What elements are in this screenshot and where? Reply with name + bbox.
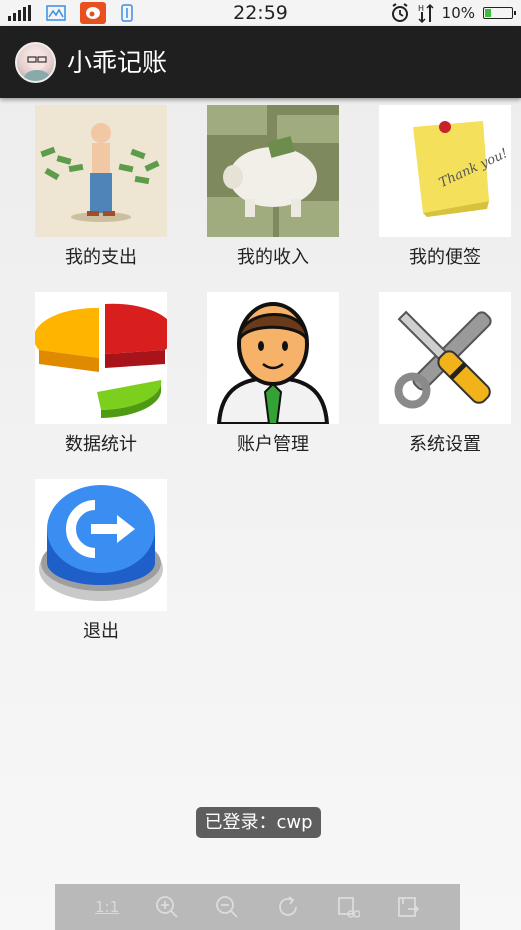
status-right-icons: H 10% [390, 2, 516, 24]
grid-item-label: 系统设置 [409, 434, 481, 455]
battery-percent: 10% [441, 4, 475, 22]
save-button[interactable] [394, 893, 422, 921]
account-icon [207, 292, 339, 424]
grid-item-account[interactable]: 账户管理 [193, 292, 353, 457]
login-toast: 已登录：cwp [196, 807, 321, 838]
data-arrows-icon: H [418, 3, 434, 23]
income-icon [207, 105, 339, 237]
zoom-in-button[interactable] [153, 893, 181, 921]
crop-button[interactable] [334, 893, 362, 921]
grid-item-exit[interactable]: 退出 [21, 479, 181, 644]
exit-icon [35, 479, 167, 611]
grid-item-statistics[interactable]: 数据统计 [21, 292, 181, 457]
settings-icon [379, 292, 511, 424]
grid-item-income[interactable]: 我的收入 [193, 105, 353, 270]
notes-icon: Thank you! [379, 105, 511, 237]
grid-item-expense[interactable]: 我的支出 [21, 105, 181, 270]
grid-item-notes[interactable]: Thank you! 我的便签 [365, 105, 521, 270]
zoom-toolbar: 1:1 [55, 884, 460, 930]
save-icon [397, 897, 420, 917]
app-bar: 小乖记账 [0, 26, 521, 98]
grid-item-settings[interactable]: 系统设置 [365, 292, 521, 457]
actual-size-icon: 1:1 [95, 898, 120, 916]
statistics-icon [35, 292, 167, 424]
actual-size-button[interactable]: 1:1 [93, 893, 121, 921]
grid-item-label: 数据统计 [65, 434, 137, 455]
grid-item-label: 账户管理 [237, 434, 309, 455]
grid-item-label: 我的便签 [409, 247, 481, 268]
grid-item-label: 我的支出 [65, 247, 137, 268]
svg-text:H: H [418, 4, 424, 13]
avatar[interactable] [15, 42, 56, 83]
alarm-icon [391, 3, 408, 22]
status-bar: 22:59 H 10% [0, 0, 521, 26]
zoom-out-icon [216, 896, 239, 918]
expense-icon [35, 105, 167, 237]
rotate-icon [278, 896, 297, 916]
zoom-out-button[interactable] [213, 893, 241, 921]
battery-icon [483, 7, 516, 19]
crop-icon [337, 897, 360, 918]
rotate-button[interactable] [274, 893, 302, 921]
grid-item-label: 我的收入 [237, 247, 309, 268]
app-title: 小乖记账 [67, 48, 168, 77]
zoom-in-icon [156, 896, 178, 918]
grid-item-label: 退出 [83, 621, 119, 642]
